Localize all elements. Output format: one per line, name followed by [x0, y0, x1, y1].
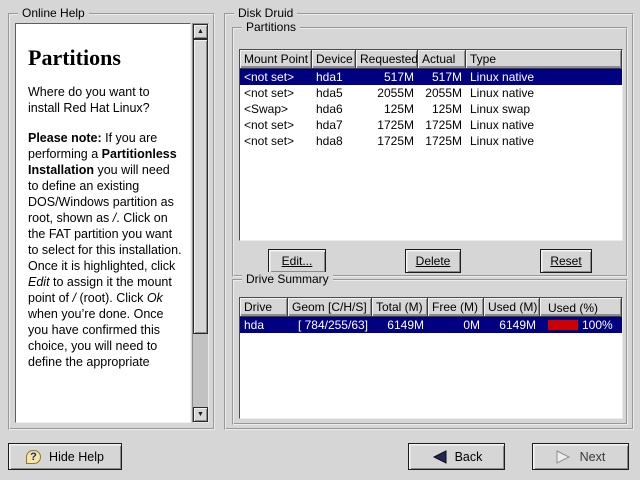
partitions-frame-label: Partitions — [242, 20, 300, 34]
disk-druid-frame-label: Disk Druid — [234, 6, 297, 20]
partition-row-hda5[interactable]: <not set> hda5 2055M 2055M Linux native — [240, 85, 622, 101]
edit-button[interactable]: Edit... — [268, 249, 326, 273]
column-header-mount-point[interactable]: Mount Point — [240, 50, 312, 69]
partition-row-hda6[interactable]: <Swap> hda6 125M 125M Linux swap — [240, 101, 622, 117]
used-percent-value: 100% — [582, 317, 613, 333]
scroll-down-button[interactable]: ▼ — [193, 407, 208, 422]
drive-summary-frame: Drive Summary Drive Geom [C/H/S] Total (… — [232, 279, 628, 425]
scroll-down-icon: ▼ — [197, 411, 204, 418]
column-header-geom[interactable]: Geom [C/H/S] — [288, 298, 372, 317]
hide-help-button[interactable]: ? Hide Help — [8, 443, 122, 470]
back-button[interactable]: Back — [408, 443, 505, 470]
next-button[interactable]: Next — [532, 443, 629, 470]
partitions-table: Mount Point Device Requested Actual Type… — [239, 49, 623, 241]
help-intro: Where do you want to install Red Hat Lin… — [28, 84, 182, 116]
drive-summary-table: Drive Geom [C/H/S] Total (M) Free (M) Us… — [239, 297, 623, 419]
column-header-free[interactable]: Free (M) — [428, 298, 484, 317]
column-header-total[interactable]: Total (M) — [372, 298, 428, 317]
column-header-drive[interactable]: Drive — [240, 298, 288, 317]
column-header-used-pct[interactable]: Used (%) — [540, 298, 622, 317]
partition-row-hda7[interactable]: <not set> hda7 1725M 1725M Linux native — [240, 117, 622, 133]
column-header-used-m[interactable]: Used (M) — [484, 298, 540, 317]
online-help-frame-label: Online Help — [18, 6, 89, 20]
delete-button[interactable]: Delete — [405, 249, 461, 273]
column-header-device[interactable]: Device — [312, 50, 356, 69]
help-icon: ? — [26, 450, 41, 464]
column-header-actual[interactable]: Actual — [418, 50, 466, 69]
reset-button[interactable]: Reset — [540, 249, 592, 273]
partition-row-hda1[interactable]: <not set> hda1 517M 517M Linux native — [240, 69, 622, 85]
drive-summary-table-header: Drive Geom [C/H/S] Total (M) Free (M) Us… — [240, 298, 622, 317]
partition-actions: Edit... Delete Reset — [234, 249, 626, 273]
next-arrow-icon — [556, 450, 572, 464]
column-header-requested[interactable]: Requested — [356, 50, 418, 69]
drive-summary-frame-label: Drive Summary — [242, 272, 333, 286]
help-scrollbar[interactable]: ▲ ▼ — [192, 23, 209, 423]
back-arrow-icon — [431, 450, 447, 464]
partitions-table-header: Mount Point Device Requested Actual Type — [240, 50, 622, 69]
disk-druid-frame: Disk Druid Partitions Mount Point Device… — [224, 13, 634, 430]
help-content: Partitions Where do you want to install … — [15, 23, 191, 423]
used-percent-cell: 100% — [540, 317, 622, 333]
column-header-type[interactable]: Type — [466, 50, 622, 69]
drive-row-hda[interactable]: hda [ 784/255/63] 6149M 0M 6149M 100% — [240, 317, 622, 333]
used-bar — [548, 320, 578, 330]
partition-row-hda8[interactable]: <not set> hda8 1725M 1725M Linux native — [240, 133, 622, 149]
used-m-cell: 6149M — [484, 317, 540, 333]
help-title: Partitions — [28, 50, 182, 66]
scroll-up-button[interactable]: ▲ — [193, 24, 208, 39]
partitions-frame: Partitions Mount Point Device Requested … — [232, 27, 628, 277]
scrollbar-thumb[interactable] — [193, 39, 208, 334]
scroll-up-icon: ▲ — [197, 28, 204, 35]
online-help-frame: Online Help Partitions Where do you want… — [8, 13, 215, 430]
help-note: Please note: If you are performing a Par… — [28, 130, 182, 370]
